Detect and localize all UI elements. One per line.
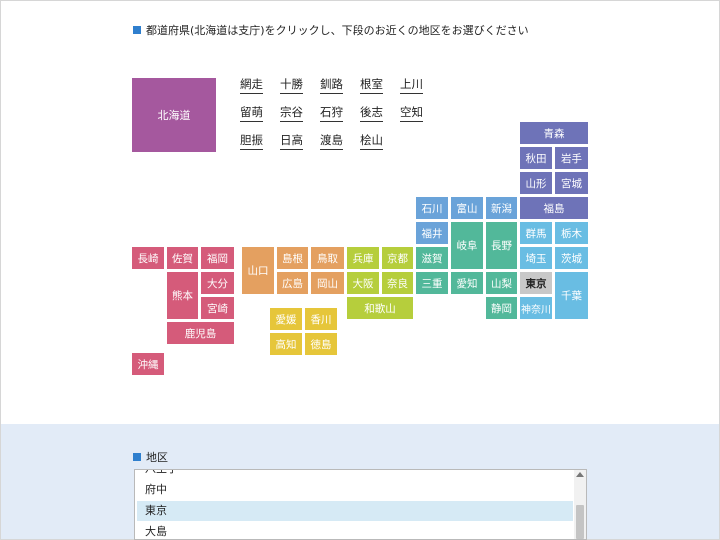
scroll-thumb[interactable] [576, 505, 584, 539]
pref-shiga[interactable]: 滋賀 [416, 247, 448, 269]
pref-ehime[interactable]: 愛媛 [270, 308, 302, 330]
pref-nara[interactable]: 奈良 [382, 272, 413, 294]
subpref-kushiro[interactable]: 釧路 [320, 77, 343, 94]
pref-fukui[interactable]: 福井 [416, 222, 448, 244]
list-scrollbar[interactable] [574, 470, 586, 539]
heading-marker-icon [133, 26, 141, 34]
pref-saga[interactable]: 佐賀 [167, 247, 198, 269]
district-heading-text: 地区 [146, 451, 168, 464]
pref-oita[interactable]: 大分 [201, 272, 234, 294]
list-item[interactable]: 大島 [137, 522, 573, 539]
pref-niigata[interactable]: 新潟 [486, 197, 517, 219]
pref-tokushima[interactable]: 徳島 [305, 333, 337, 355]
pref-tochigi[interactable]: 栃木 [555, 222, 588, 244]
pref-gifu[interactable]: 岐阜 [451, 222, 483, 269]
subpref-shiribeshi[interactable]: 後志 [360, 105, 383, 122]
pref-toyama[interactable]: 富山 [451, 197, 483, 219]
pref-yamanashi[interactable]: 山梨 [486, 272, 517, 294]
pref-fukushima[interactable]: 福島 [520, 197, 588, 219]
pref-kanagawa[interactable]: 神奈川 [520, 297, 552, 319]
pref-gunma[interactable]: 群馬 [520, 222, 552, 244]
pref-hokkaido[interactable]: 北海道 [132, 78, 216, 152]
instruction-heading: 都道府県(北海道は支庁)をクリックし、下段のお近くの地区をお選びください [133, 22, 529, 38]
subpref-abashiri[interactable]: 網走 [240, 77, 263, 94]
subpref-tokachi[interactable]: 十勝 [280, 77, 303, 94]
pref-tottori[interactable]: 鳥取 [311, 247, 344, 269]
pref-okayama[interactable]: 岡山 [311, 272, 344, 294]
district-listbox[interactable]: 八王子 府中 東京 大島 [134, 469, 587, 540]
pref-kyoto[interactable]: 京都 [382, 247, 413, 269]
subpref-iburi[interactable]: 胆振 [240, 133, 263, 150]
subpref-kamikawa[interactable]: 上川 [400, 77, 423, 94]
pref-mie[interactable]: 三重 [416, 272, 448, 294]
pref-akita[interactable]: 秋田 [520, 147, 552, 169]
subpref-hiyama[interactable]: 桧山 [360, 133, 383, 150]
pref-hiroshima[interactable]: 広島 [277, 272, 308, 294]
map-section [1, 1, 719, 424]
pref-miyagi[interactable]: 宮城 [555, 172, 588, 194]
subpref-nemuro[interactable]: 根室 [360, 77, 383, 94]
pref-osaka[interactable]: 大阪 [347, 272, 379, 294]
subpref-rumoi[interactable]: 留萌 [240, 105, 263, 122]
pref-shimane[interactable]: 島根 [277, 247, 308, 269]
pref-yamaguchi[interactable]: 山口 [242, 247, 274, 294]
subpref-sorachi[interactable]: 空知 [400, 105, 423, 122]
pref-miyazaki[interactable]: 宮崎 [201, 297, 234, 319]
scroll-up-arrow-icon[interactable] [576, 472, 584, 477]
pref-aichi[interactable]: 愛知 [451, 272, 483, 294]
pref-kagoshima[interactable]: 鹿児島 [167, 322, 234, 344]
pref-shizuoka[interactable]: 静岡 [486, 297, 517, 319]
pref-yamagata[interactable]: 山形 [520, 172, 552, 194]
pref-ibaraki[interactable]: 茨城 [555, 247, 588, 269]
pref-ishikawa[interactable]: 石川 [416, 197, 448, 219]
subpref-ishikari[interactable]: 石狩 [320, 105, 343, 122]
list-item[interactable]: 府中 [137, 480, 573, 500]
list-item[interactable]: 八王子 [137, 470, 573, 479]
heading-marker-icon [133, 453, 141, 461]
pref-nagano[interactable]: 長野 [486, 222, 517, 269]
pref-tokyo[interactable]: 東京 [520, 272, 552, 294]
pref-okinawa[interactable]: 沖縄 [132, 353, 164, 375]
list-item-selected[interactable]: 東京 [137, 501, 573, 521]
subpref-hidaka[interactable]: 日高 [280, 133, 303, 150]
subpref-soya[interactable]: 宗谷 [280, 105, 303, 122]
pref-kochi[interactable]: 高知 [270, 333, 302, 355]
pref-kagawa[interactable]: 香川 [305, 308, 337, 330]
pref-aomori[interactable]: 青森 [520, 122, 588, 144]
instruction-text: 都道府県(北海道は支庁)をクリックし、下段のお近くの地区をお選びください [146, 24, 529, 37]
pref-kumamoto[interactable]: 熊本 [167, 272, 198, 319]
pref-fukuoka[interactable]: 福岡 [201, 247, 234, 269]
pref-hyogo[interactable]: 兵庫 [347, 247, 379, 269]
pref-wakayama[interactable]: 和歌山 [347, 297, 413, 319]
pref-nagasaki[interactable]: 長崎 [132, 247, 164, 269]
subpref-oshima[interactable]: 渡島 [320, 133, 343, 150]
pref-chiba[interactable]: 千葉 [555, 272, 588, 319]
district-heading: 地区 [133, 449, 168, 465]
pref-saitama[interactable]: 埼玉 [520, 247, 552, 269]
pref-iwate[interactable]: 岩手 [555, 147, 588, 169]
